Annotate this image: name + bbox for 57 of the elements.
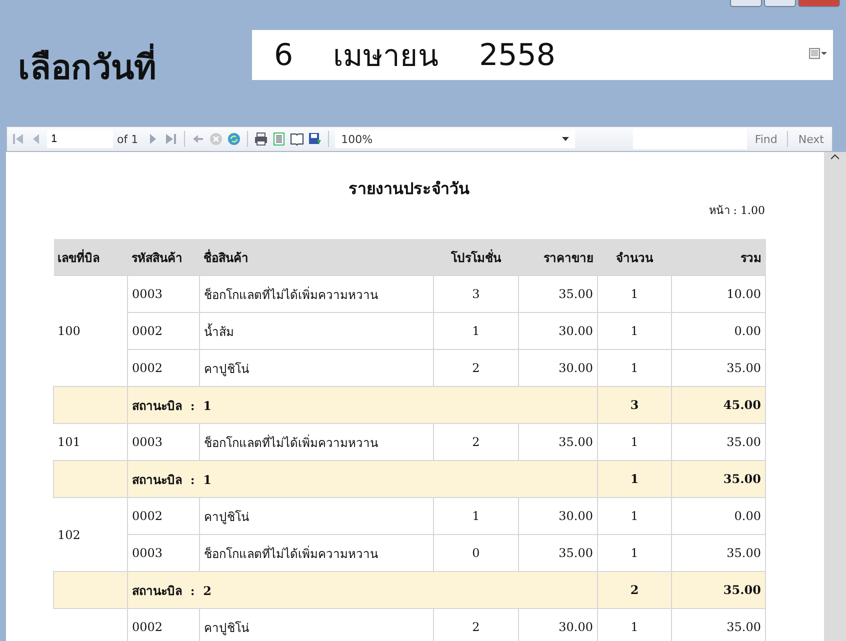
find-link[interactable]: Find bbox=[750, 132, 782, 146]
scrollbar[interactable] bbox=[824, 152, 846, 641]
table-cell: น้ำส้ม bbox=[200, 312, 434, 350]
summary-cell: 3 bbox=[598, 386, 672, 424]
column-header: ราคาขาย bbox=[518, 239, 598, 276]
date-picker[interactable]: 6 เมษายน 2558 bbox=[252, 30, 833, 80]
page-layout-icon[interactable] bbox=[272, 132, 286, 146]
summary-cell: 35.00 bbox=[672, 572, 766, 608]
page-label: หน้า : 1.00 bbox=[708, 203, 765, 219]
summary-cell: 1 bbox=[598, 460, 672, 498]
summary-cell: 2 bbox=[598, 572, 672, 608]
stop-icon[interactable] bbox=[209, 132, 224, 146]
last-page-icon[interactable] bbox=[164, 132, 178, 146]
table-cell: 0.00 bbox=[672, 498, 766, 534]
table-cell: คาปูชิโน่ bbox=[200, 498, 434, 534]
table-cell: 0002 bbox=[128, 498, 200, 534]
table-cell: 35.00 bbox=[518, 276, 598, 312]
table-cell: 10.00 bbox=[672, 276, 766, 312]
page-setup-icon[interactable] bbox=[290, 132, 304, 146]
maximize-button[interactable] bbox=[764, 0, 796, 7]
table-cell: 1 bbox=[598, 276, 672, 312]
back-icon[interactable] bbox=[191, 132, 206, 146]
report-title: รายงานประจำวัน bbox=[348, 178, 470, 200]
table-cell: 1 bbox=[434, 498, 518, 534]
table-cell: 1 bbox=[598, 312, 672, 350]
minimize-button[interactable] bbox=[730, 0, 762, 7]
export-icon[interactable] bbox=[308, 132, 322, 146]
table-cell: 1 bbox=[598, 498, 672, 534]
table-cell: 30.00 bbox=[518, 498, 598, 534]
bill-status-cell: สถานะบิล : 1 bbox=[128, 386, 598, 424]
table-cell: 0.00 bbox=[672, 312, 766, 350]
caret-icon bbox=[562, 137, 570, 141]
page-number-field[interactable]: 1 bbox=[47, 130, 113, 148]
table-cell: ช็อกโกแลตที่ไม่ได้เพิ่มความหวาน bbox=[200, 276, 434, 312]
bill-status-cell: สถานะบิล : 2 bbox=[128, 572, 598, 608]
table-cell: 30.00 bbox=[518, 312, 598, 350]
column-header: รวม bbox=[672, 239, 766, 276]
table-cell: 0002 bbox=[128, 312, 200, 350]
date-label: เลือกวันที่ bbox=[18, 40, 252, 94]
summary-cell: 35.00 bbox=[672, 460, 766, 498]
refresh-icon[interactable] bbox=[227, 132, 242, 146]
table-cell: 1 bbox=[434, 312, 518, 350]
print-icon[interactable] bbox=[254, 132, 268, 146]
zoom-dropdown[interactable]: 100% bbox=[335, 130, 576, 148]
bill-status-cell: สถานะบิล : 1 bbox=[128, 460, 598, 498]
column-header: รหัสสินค้า bbox=[128, 239, 200, 276]
summary-cell: 45.00 bbox=[672, 386, 766, 424]
next-link[interactable]: Next bbox=[794, 132, 828, 146]
column-header: ชื่อสินค้า bbox=[200, 239, 434, 276]
column-header: จำนวน bbox=[598, 239, 672, 276]
table-cell: 3 bbox=[434, 276, 518, 312]
calendar-dropdown-icon bbox=[809, 48, 827, 60]
column-header: เลขที่บิล bbox=[54, 239, 128, 276]
column-header: โปรโมชั่น bbox=[434, 239, 518, 276]
scroll-up-icon[interactable] bbox=[831, 154, 839, 160]
table-cell: 0003 bbox=[128, 276, 200, 312]
page-count: of 1 bbox=[117, 132, 138, 146]
